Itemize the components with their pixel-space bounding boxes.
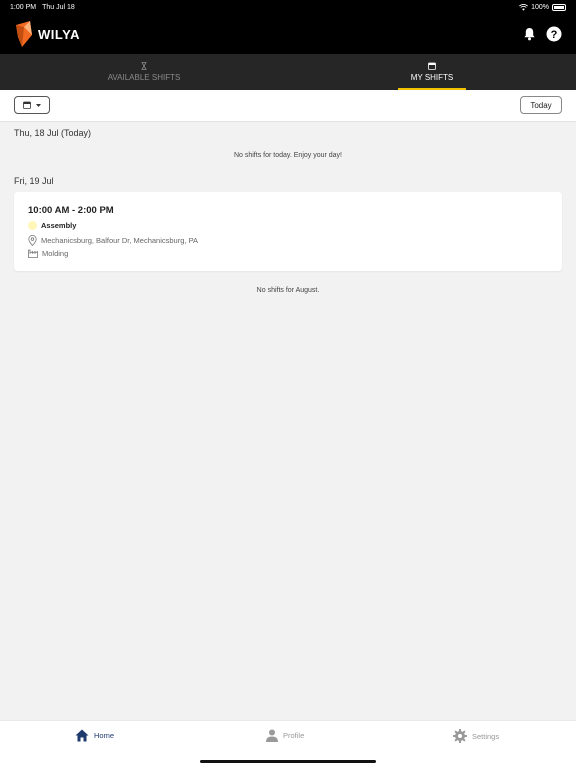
today-button[interactable]: Today [520,96,562,114]
app-header: WILYA ? [0,14,576,54]
day-header: Fri, 19 Jul [14,176,54,186]
tab-available-shifts[interactable]: AVAILABLE SHIFTS [0,54,288,90]
tab-my-shifts[interactable]: MY SHIFTS [288,54,576,90]
wilya-logo-icon [16,21,32,47]
shift-tabs: AVAILABLE SHIFTS MY SHIFTS [0,54,576,90]
shift-department: Assembly [41,221,77,230]
tab-label: MY SHIFTS [410,73,454,82]
app-logo: WILYA [14,21,80,47]
location-pin-icon [28,235,37,246]
shift-location: Mechanicsburg, Balfour Dr, Mechanicsburg… [41,236,199,245]
notification-bell-icon[interactable] [523,27,536,41]
caret-down-icon [36,103,41,107]
date-toolbar: Today [0,90,576,122]
wifi-icon [519,3,529,11]
svg-text:?: ? [551,29,558,41]
battery-percent: 100% [531,3,549,11]
home-indicator [200,760,376,763]
calendar-icon [23,101,31,109]
shift-time: 10:00 AM - 2:00 PM [28,205,114,216]
empty-month-message: No shifts for August. [256,287,320,294]
status-bar: 1:00 PM Thu Jul 18 100% [0,0,576,14]
person-icon [266,729,278,742]
gear-icon [453,729,467,743]
logo-text: WILYA [38,26,80,42]
nav-label: Profile [283,731,305,740]
status-time: 1:00 PM [10,3,37,11]
battery-icon [552,3,566,11]
empty-day-message: No shifts for today. Enjoy your day! [233,152,343,159]
shift-card[interactable]: 10:00 AM - 2:00 PM Assembly Mechanicsbur… [14,192,562,271]
shift-location-row: Mechanicsburg, Balfour Dr, Mechanicsburg… [28,235,198,246]
calendar-icon [428,62,436,70]
shift-area: Molding [42,249,69,258]
nav-label: Settings [472,731,500,741]
tab-label: AVAILABLE SHIFTS [107,73,181,82]
shift-area-row: Molding [28,249,68,258]
factory-icon [28,249,38,258]
status-date: Thu Jul 18 [42,3,75,11]
hourglass-icon [141,62,147,70]
help-icon[interactable]: ? [546,26,562,42]
nav-profile[interactable]: Profile [266,729,304,742]
department-color-dot [28,221,37,230]
home-icon [75,729,89,742]
day-header: Thu, 18 Jul (Today) [14,128,92,138]
nav-settings[interactable]: Settings [453,729,499,743]
shift-department-row: Assembly [28,221,76,230]
nav-label: Home [94,731,115,740]
date-picker-button[interactable] [14,96,50,114]
nav-home[interactable]: Home [75,729,114,742]
bottom-navigation: Home Profile Settings [0,720,576,768]
